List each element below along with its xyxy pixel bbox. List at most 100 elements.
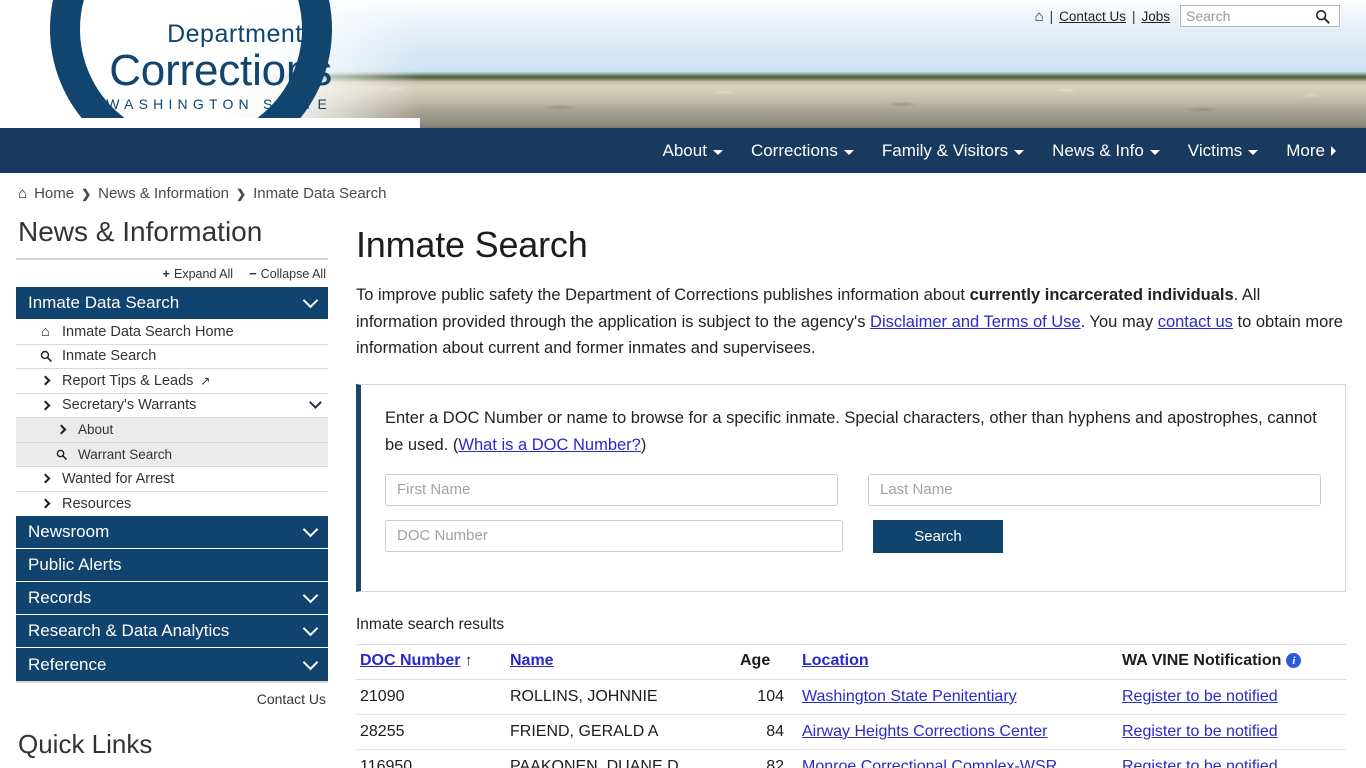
sidebar-title: News & Information: [18, 216, 263, 247]
sidebar-section-label: Newsroom: [28, 522, 110, 541]
arrow-right-icon: [38, 498, 53, 509]
cell-location: Monroe Correctional Complex-WSR: [788, 749, 1118, 768]
search-icon: [54, 449, 69, 460]
nav-item-victims[interactable]: Victims: [1174, 128, 1272, 173]
arrow-right-icon: [54, 424, 69, 435]
chevron-down-icon: [1014, 149, 1025, 155]
page-title: Inmate Search: [356, 224, 588, 265]
sidebar-item-warrant-search[interactable]: Warrant Search: [16, 442, 328, 467]
sidebar-item-resources[interactable]: Resources: [16, 491, 328, 516]
what-is-doc-number-link[interactable]: What is a DOC Number?: [458, 436, 640, 454]
search-icon: [38, 350, 53, 362]
sidebar-item-report-tips-leads[interactable]: Report Tips & Leads ↗: [16, 369, 328, 394]
table-row: 116950 PAAKONEN, DUANE D 82 Monroe Corre…: [356, 749, 1346, 768]
logo-line-corrections: Corrections: [109, 46, 332, 95]
utility-contact-us-link[interactable]: Contact Us: [1059, 9, 1126, 24]
register-to-be-notified-link[interactable]: Register to be notified: [1122, 723, 1278, 740]
intro-bold-phrase: currently incarcerated individuals: [969, 286, 1234, 304]
home-icon: ⌂: [18, 185, 28, 202]
sidebar-item-inmate-data-search-home[interactable]: ⌂ Inmate Data Search Home: [16, 320, 328, 345]
info-icon[interactable]: i: [1286, 653, 1302, 669]
utility-jobs-link[interactable]: Jobs: [1141, 9, 1170, 24]
nav-item-news-info[interactable]: News & Info: [1038, 128, 1174, 173]
disclaimer-terms-link[interactable]: Disclaimer and Terms of Use: [870, 313, 1081, 331]
breadcrumb-item-news-information[interactable]: News & Information: [98, 185, 229, 202]
column-header-location[interactable]: Location: [788, 643, 1118, 680]
sidebar-item-about[interactable]: About: [16, 418, 328, 443]
breadcrumb-item-inmate-data-search: Inmate Data Search: [253, 185, 387, 202]
location-link[interactable]: Washington State Penitentiary: [802, 688, 1017, 705]
chevron-down-icon: [712, 149, 723, 155]
contact-us-link[interactable]: contact us: [1158, 313, 1233, 331]
cell-location: Airway Heights Corrections Center: [788, 714, 1118, 750]
cell-doc-number: 28255: [356, 714, 506, 750]
utility-separator-1: |: [1049, 8, 1054, 24]
quick-links-heading: Quick Links: [18, 729, 153, 759]
cell-name: FRIEND, GERALD A: [506, 714, 736, 750]
chevron-down-icon: [843, 149, 854, 155]
sort-name-link[interactable]: Name: [510, 652, 554, 669]
sidebar-item-secretarys-warrants[interactable]: Secretary's Warrants: [16, 393, 328, 418]
sidebar-item-wanted-for-arrest[interactable]: Wanted for Arrest: [16, 467, 328, 492]
sidebar-section-newsroom[interactable]: Newsroom: [16, 516, 328, 549]
nav-item-label: Family & Visitors: [881, 141, 1009, 160]
location-link[interactable]: Airway Heights Corrections Center: [802, 723, 1047, 740]
location-link[interactable]: Monroe Correctional Complex-WSR: [802, 758, 1057, 768]
nav-item-family-visitors[interactable]: Family & Visitors: [868, 128, 1038, 173]
last-name-input[interactable]: [868, 473, 1321, 506]
site-logo[interactable]: Department of Corrections WASHINGTON STA…: [72, 22, 332, 112]
breadcrumb-separator: ❯: [236, 186, 247, 201]
logo-arc-mask: [0, 118, 420, 128]
logo-line-state: WASHINGTON STATE: [106, 96, 332, 112]
column-header-doc-number[interactable]: DOC Number ↑: [356, 643, 506, 680]
intro-text-1: To improve public safety the Department …: [356, 286, 970, 304]
sort-doc-number-link[interactable]: DOC Number: [360, 652, 460, 669]
breadcrumb-item-home[interactable]: Home: [34, 185, 74, 202]
sidebar-section-research-data-analytics[interactable]: Research & Data Analytics: [16, 615, 328, 648]
plus-icon: +: [162, 266, 170, 281]
collapse-all-label: Collapse All: [260, 266, 326, 281]
breadcrumb: ⌂ Home ❯ News & Information ❯ Inmate Dat…: [0, 173, 1366, 202]
minus-icon: −: [249, 266, 257, 281]
intro-text-3: . You may: [1080, 312, 1158, 331]
main-navigation: About Corrections Family & Visitors News…: [0, 128, 1366, 173]
sidebar-section-records[interactable]: Records: [16, 582, 328, 615]
sidebar-item-inmate-search[interactable]: Inmate Search: [16, 344, 328, 369]
sidebar-item-label: Wanted for Arrest: [62, 470, 175, 487]
register-to-be-notified-link[interactable]: Register to be notified: [1122, 758, 1278, 768]
column-header-name[interactable]: Name: [506, 643, 736, 680]
arrow-right-icon: [38, 400, 53, 411]
nav-item-about[interactable]: About: [649, 128, 737, 173]
site-search-input[interactable]: [1181, 6, 1307, 26]
chevron-right-icon: [1331, 145, 1336, 156]
register-to-be-notified-link[interactable]: Register to be notified: [1122, 688, 1278, 705]
chevron-down-icon: [302, 587, 319, 604]
utility-separator-2: |: [1131, 8, 1136, 24]
cell-doc-number: 21090: [356, 679, 506, 715]
search-button[interactable]: Search: [873, 519, 1003, 553]
nav-item-more[interactable]: More: [1272, 128, 1350, 173]
sidebar: News & Information + Expand All − Collap…: [16, 202, 328, 768]
chevron-down-icon: [302, 654, 319, 670]
column-header-vine-notification: WA VINE Notification i: [1118, 643, 1346, 680]
sidebar-contact-us-link[interactable]: Contact Us: [16, 681, 328, 707]
cell-name: PAAKONEN, DUANE D: [506, 749, 736, 768]
sidebar-section-reference[interactable]: Reference: [16, 648, 328, 681]
nav-item-label: About: [662, 141, 707, 160]
first-name-input[interactable]: [385, 473, 838, 506]
sidebar-section-public-alerts[interactable]: Public Alerts: [16, 549, 328, 582]
sidebar-section-label: Reference: [28, 654, 107, 674]
site-search-submit-button[interactable]: [1307, 6, 1337, 26]
nav-item-label: Victims: [1187, 141, 1243, 160]
expand-all-button[interactable]: + Expand All: [162, 266, 233, 281]
sort-location-link[interactable]: Location: [802, 652, 869, 669]
nav-item-corrections[interactable]: Corrections: [737, 128, 868, 173]
doc-number-input[interactable]: [385, 519, 843, 552]
table-row: 21090 ROLLINS, JOHNNIE 104 Washington St…: [356, 679, 1346, 715]
sidebar-section-inmate-data-search[interactable]: Inmate Data Search: [16, 287, 328, 320]
cell-location: Washington State Penitentiary: [788, 679, 1118, 715]
home-icon[interactable]: ⌂: [1035, 9, 1044, 24]
collapse-all-button[interactable]: − Collapse All: [249, 266, 326, 281]
intro-paragraph: To improve public safety the Department …: [356, 282, 1346, 362]
sidebar-item-label: Inmate Data Search Home: [62, 323, 234, 340]
